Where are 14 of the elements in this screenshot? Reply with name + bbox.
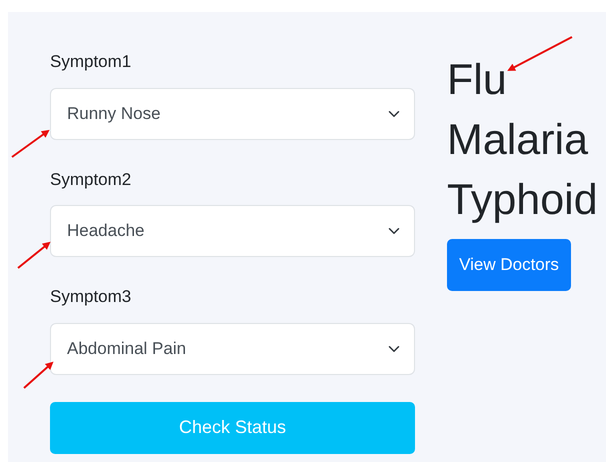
annotation-arrow xyxy=(17,242,51,269)
disease-name: Typhoid xyxy=(447,175,598,226)
annotation-arrow xyxy=(11,130,50,158)
disease-name: Flu xyxy=(447,55,507,106)
symptom-select[interactable]: Headache xyxy=(50,205,415,257)
symptom-select[interactable]: Abdominal Pain xyxy=(50,322,415,374)
field-label: Symptom3 xyxy=(50,286,132,308)
annotation-arrow xyxy=(507,36,572,71)
field-label: Symptom1 xyxy=(50,51,132,73)
view-doctors-button[interactable]: View Doctors xyxy=(447,239,571,291)
annotation-arrow xyxy=(23,362,54,389)
field-label: Symptom2 xyxy=(50,168,132,190)
symptom-select[interactable]: Runny Nose xyxy=(50,88,415,140)
disease-name: Malaria xyxy=(447,115,588,166)
